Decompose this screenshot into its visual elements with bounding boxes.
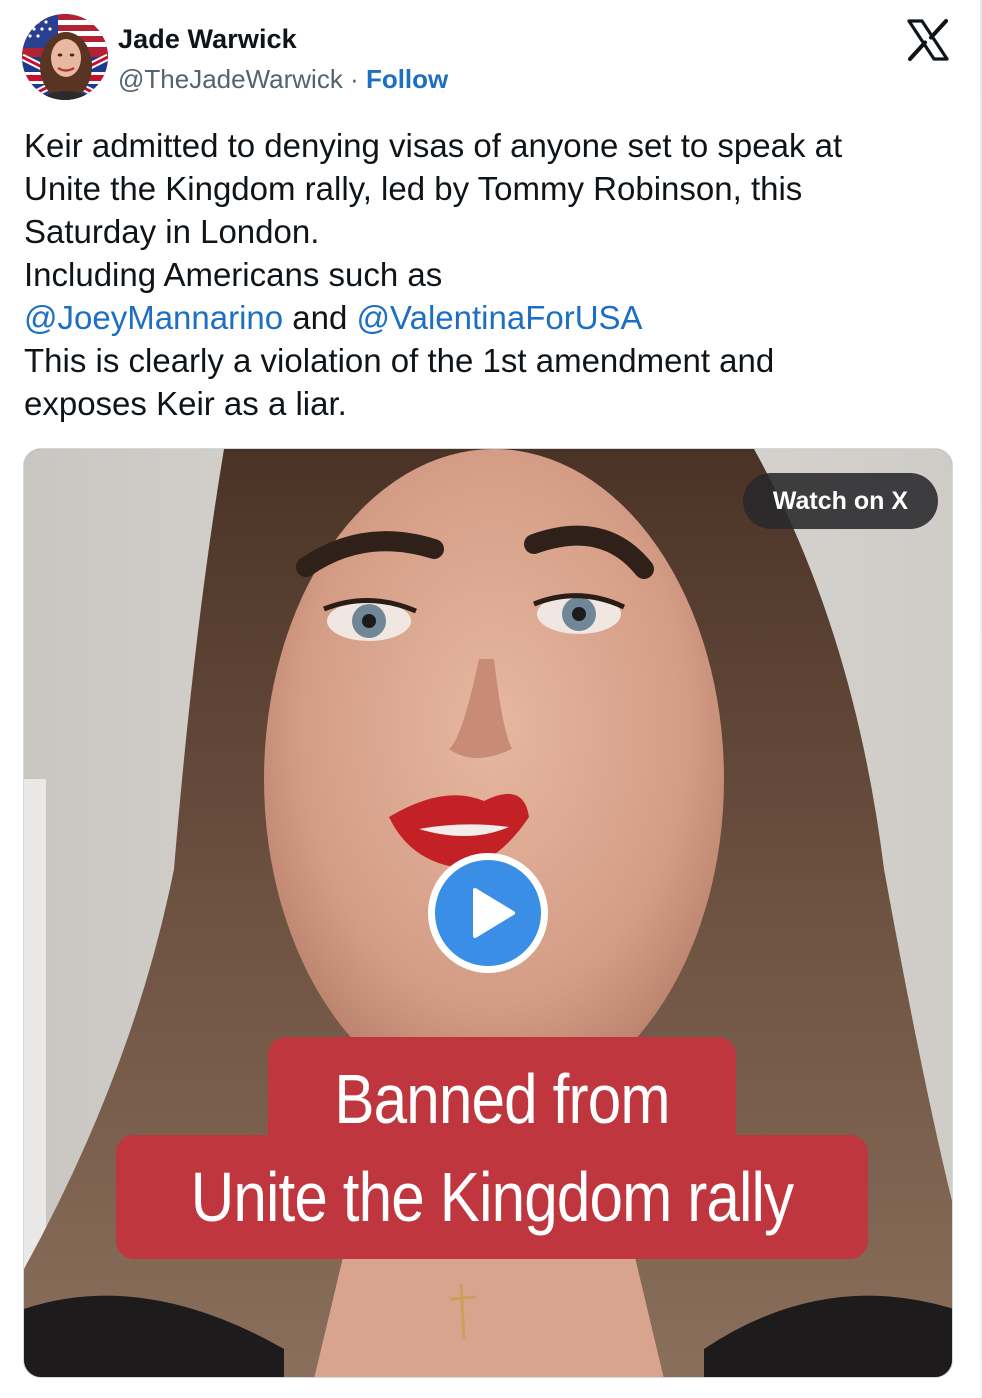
author-handle[interactable]: @TheJadeWarwick [118,64,343,94]
video-caption-line-2: Unite the Kingdom rally [190,1158,794,1236]
play-button-fill [435,860,541,966]
tweet-line: Unite the Kingdom rally, led by Tommy Ro… [24,170,803,207]
video-caption-line-1: Banned from [334,1060,670,1138]
x-logo-icon[interactable] [906,18,950,62]
tweet-line: Saturday in London. [24,213,320,250]
tweet-embed-card: Jade Warwick @TheJadeWarwick · Follow Ke… [0,0,982,1398]
author-handle-row: @TheJadeWarwick · Follow [118,64,448,95]
tweet-header: Jade Warwick @TheJadeWarwick · Follow [22,14,960,106]
tweet-line: This is clearly a violation of the 1st a… [24,342,775,379]
tweet-line: Keir admitted to denying visas of anyone… [24,127,843,164]
handle-separator: · [342,64,366,94]
tweet-mentions-line: @JoeyMannarino and @ValentinaForUSA [24,296,924,339]
watch-on-x-button[interactable]: Watch on X [742,473,938,529]
mention-conjunction: and [283,299,357,336]
video-media[interactable]: Watch on X Banned from Unite the Kingdom… [23,448,953,1378]
follow-link[interactable]: Follow [366,64,448,94]
author-name[interactable]: Jade Warwick [118,24,297,55]
mention-valentina[interactable]: @ValentinaForUSA [357,299,643,336]
tweet-line: Including Americans such as [24,256,443,293]
tweet-line: exposes Keir as a liar. [24,385,347,422]
tweet-text: Keir admitted to denying visas of anyone… [24,124,924,425]
play-icon[interactable] [428,853,548,973]
mention-joey[interactable]: @JoeyMannarino [24,299,283,336]
avatar[interactable] [22,14,108,100]
